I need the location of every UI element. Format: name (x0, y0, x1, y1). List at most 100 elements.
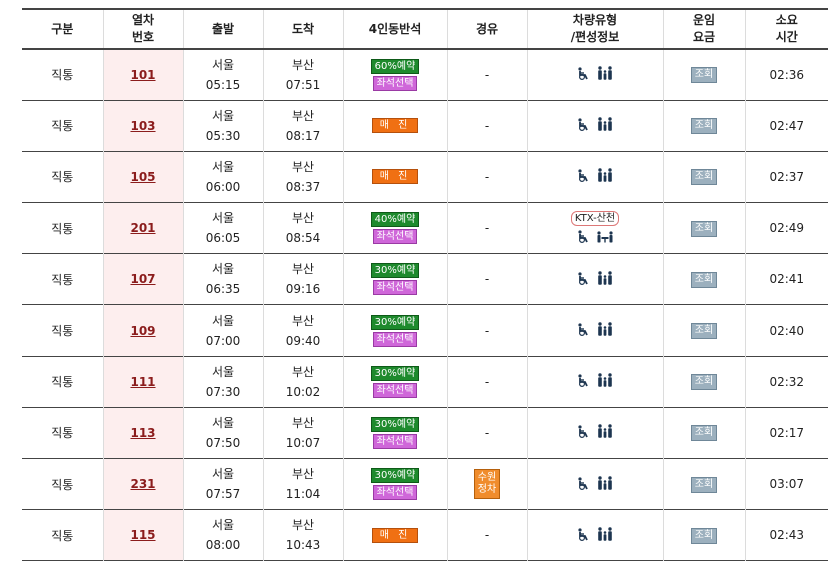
table-row: 직통 113 서울 07:50 부산 10:07 30%예약 좌석선택 - 조회 02… (22, 407, 828, 459)
seat-select-button[interactable]: 좌석선택 (372, 485, 418, 501)
seat-select-button[interactable]: 좌석선택 (372, 331, 418, 347)
duration-cell: 03:07 (769, 477, 805, 492)
duration-cell: 02:36 (769, 67, 805, 82)
train-no-link[interactable]: 115 (130, 528, 155, 542)
seat-select-button[interactable]: 좌석선택 (372, 75, 418, 91)
family-seat-cell: 30%예약 좌석선택 (343, 253, 448, 305)
via-stop-badge[interactable]: 수원 정차 (474, 469, 500, 500)
table-row: 직통 231 서울 07:57 부산 11:04 30%예약 좌석선택 수원 정차 조… (22, 458, 828, 510)
seat-select-button[interactable]: 좌석선택 (372, 433, 418, 449)
wheelchair-icon (577, 374, 588, 388)
fare-lookup-button[interactable]: 조회 (690, 169, 718, 186)
family-seat-cell: 매 진 (343, 100, 448, 152)
fare-cell: 조회 (663, 100, 746, 152)
seat-select-button[interactable]: 좌석선택 (372, 280, 418, 296)
family-seat-cell: 40%예약 좌석선택 (343, 202, 448, 254)
train-no-link[interactable]: 113 (130, 426, 155, 440)
seat-select-button[interactable]: 좌석선택 (372, 229, 418, 245)
header-family-seat: 4인동반석 (343, 9, 448, 49)
train-no-cell: 201 (103, 202, 184, 254)
family-icon (597, 66, 612, 81)
fare-lookup-button[interactable]: 조회 (690, 476, 718, 493)
wheelchair-icon (577, 323, 588, 337)
via-cell: - (447, 407, 528, 459)
fare-lookup-button[interactable]: 조회 (690, 271, 718, 288)
header-duration: 소요 시간 (775, 13, 798, 44)
header-via: 경유 (447, 9, 528, 49)
fare-cell: 조회 (663, 407, 746, 459)
via-cell: - (447, 509, 528, 561)
via-dash: - (484, 374, 490, 389)
train-no-link[interactable]: 101 (130, 68, 155, 82)
car-type-cell (527, 253, 664, 305)
car-type-cell: KTX-산천 (527, 202, 664, 254)
family-icon (597, 322, 612, 336)
family-icon (597, 117, 612, 131)
header-car-type: 차량유형/편성정보 (527, 9, 664, 49)
header-type: 구분 (22, 9, 104, 49)
train-no-link[interactable]: 201 (130, 221, 155, 235)
fare-lookup-button[interactable]: 조회 (690, 323, 718, 340)
fare-cell: 조회 (663, 509, 746, 561)
sold-out-badge: 매 진 (372, 527, 418, 543)
table-row: 직통 109 서울 07:00 부산 09:40 30%예약 좌석선택 - 조회 02… (22, 304, 828, 357)
car-type-cell (527, 509, 664, 561)
table-row: 직통 101 서울 05:15 부산 07:51 60%예약 좌석선택 - 조회 02… (22, 49, 828, 101)
via-cell: - (447, 202, 528, 254)
car-type-cell (527, 407, 664, 459)
reservation-rate-badge: 30%예약 (370, 263, 420, 279)
arrive-cell: 부산 08:54 (263, 202, 344, 254)
fare-cell: 조회 (663, 49, 746, 101)
train-schedule-table: 구분 열차 번호 출발 도착 4인동반석 경유 차량유형/편성정보 운임 요금 소요… (22, 8, 828, 561)
train-no-link[interactable]: 105 (130, 170, 155, 184)
wheelchair-icon (577, 476, 588, 490)
train-no-link[interactable]: 109 (130, 324, 155, 338)
train-no-link[interactable]: 111 (130, 375, 155, 389)
type-cell: 직통 (22, 100, 104, 152)
via-cell: - (447, 304, 528, 357)
via-cell: 수원 정차 (447, 458, 528, 510)
type-cell: 직통 (22, 458, 104, 510)
train-no-cell: 107 (103, 253, 184, 305)
reservation-rate-badge: 30%예약 (370, 416, 420, 432)
seat-select-button[interactable]: 좌석선택 (372, 382, 418, 398)
family-seat-cell: 60%예약 좌석선택 (343, 49, 448, 101)
table-row: 직통 105 서울 06:00 부산 08:37 매 진 - 조회 02:37 (22, 151, 828, 203)
fare-lookup-button[interactable]: 조회 (690, 220, 718, 237)
depart-cell: 서울 07:00 (183, 304, 264, 357)
family-icon (597, 373, 612, 387)
fare-cell: 조회 (663, 304, 746, 357)
sold-out-badge: 매 진 (372, 169, 418, 185)
train-no-link[interactable]: 103 (130, 119, 155, 133)
fare-lookup-button[interactable]: 조회 (690, 118, 718, 135)
depart-cell: 서울 05:30 (183, 100, 264, 152)
train-no-link[interactable]: 231 (130, 477, 155, 491)
via-dash: - (484, 425, 490, 440)
train-no-link[interactable]: 107 (130, 272, 155, 286)
fare-lookup-button[interactable]: 조회 (690, 67, 718, 84)
table-row: 직통 115 서울 08:00 부산 10:43 매 진 - 조회 02:43 (22, 509, 828, 561)
depart-cell: 서울 07:50 (183, 407, 264, 459)
wheelchair-icon (577, 118, 588, 132)
table-family-icon (596, 231, 613, 243)
fare-lookup-button[interactable]: 조회 (690, 374, 718, 391)
via-cell: - (447, 253, 528, 305)
family-seat-cell: 30%예약 좌석선택 (343, 458, 448, 510)
via-dash: - (484, 67, 490, 82)
type-cell: 직통 (22, 304, 104, 357)
family-icon (597, 475, 612, 490)
table-row: 직통 111 서울 07:30 부산 10:02 30%예약 좌석선택 - 조회 02… (22, 356, 828, 408)
table-row: 직통 201 서울 06:05 부산 08:54 40%예약 좌석선택 - KTX-산… (22, 202, 828, 254)
type-cell: 직통 (22, 407, 104, 459)
arrive-cell: 부산 11:04 (263, 458, 344, 510)
fare-lookup-button[interactable]: 조회 (690, 425, 718, 442)
duration-cell: 02:37 (769, 169, 805, 184)
fare-cell: 조회 (663, 356, 746, 408)
fare-cell: 조회 (663, 151, 746, 203)
fare-lookup-button[interactable]: 조회 (690, 527, 718, 544)
via-dash: - (484, 118, 490, 133)
via-cell: - (447, 49, 528, 101)
arrive-cell: 부산 10:02 (263, 356, 344, 408)
fare-cell: 조회 (663, 458, 746, 510)
fare-cell: 조회 (663, 253, 746, 305)
